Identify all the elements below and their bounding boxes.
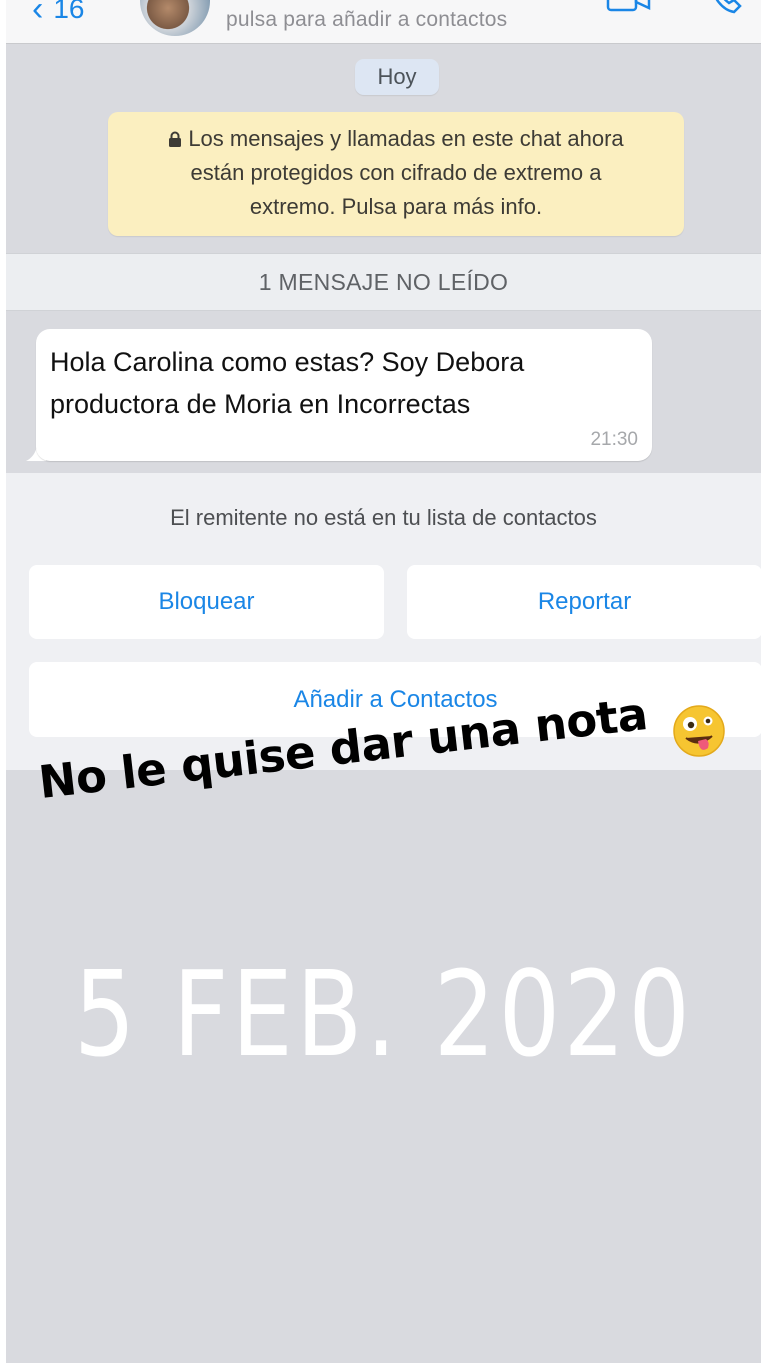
unread-divider: 1 MENSAJE NO LEÍDO [6,253,761,311]
block-button[interactable]: Bloquear [29,565,384,639]
notice-line-2: están protegidos con cifrado de extremo … [190,160,602,185]
incoming-message[interactable]: Hola Carolina como estas? Soy Debora pro… [36,329,652,461]
back-button[interactable]: ‹ 16 [32,0,84,26]
report-button[interactable]: Reportar [407,565,762,639]
encryption-notice[interactable]: Los mensajes y llamadas en este chat aho… [108,112,684,236]
zany-face-emoji-icon [673,705,725,757]
header-subtitle[interactable]: pulsa para añadir a contactos [226,8,507,32]
chat-header: ‹ 16 pulsa para añadir a contactos [6,0,761,44]
notice-line-1: Los mensajes y llamadas en este chat aho… [188,126,624,151]
chevron-left-icon: ‹ [32,0,44,28]
unknown-sender-notice: El remitente no está en tu lista de cont… [170,505,597,530]
avatar[interactable] [140,0,210,36]
date-pill: Hoy [355,59,439,95]
story-date: 5 FEB. 2020 [73,945,694,1083]
lock-icon [169,131,182,147]
unread-count: 16 [53,0,85,24]
notice-line-3: extremo. Pulsa para más info. [249,194,543,219]
message-timestamp: 21:30 [590,429,638,450]
message-line-1: Hola Carolina como estas? Soy Debora [50,347,525,377]
phone-icon[interactable] [708,0,748,14]
chat-area[interactable]: Hoy Los mensajes y llamadas en este chat… [6,45,761,473]
story-frame: ‹ 16 pulsa para añadir a contactos Hoy L… [0,0,767,1363]
message-line-2: productora de Moria en Incorrectas [50,389,471,419]
video-camera-icon[interactable] [606,0,652,14]
